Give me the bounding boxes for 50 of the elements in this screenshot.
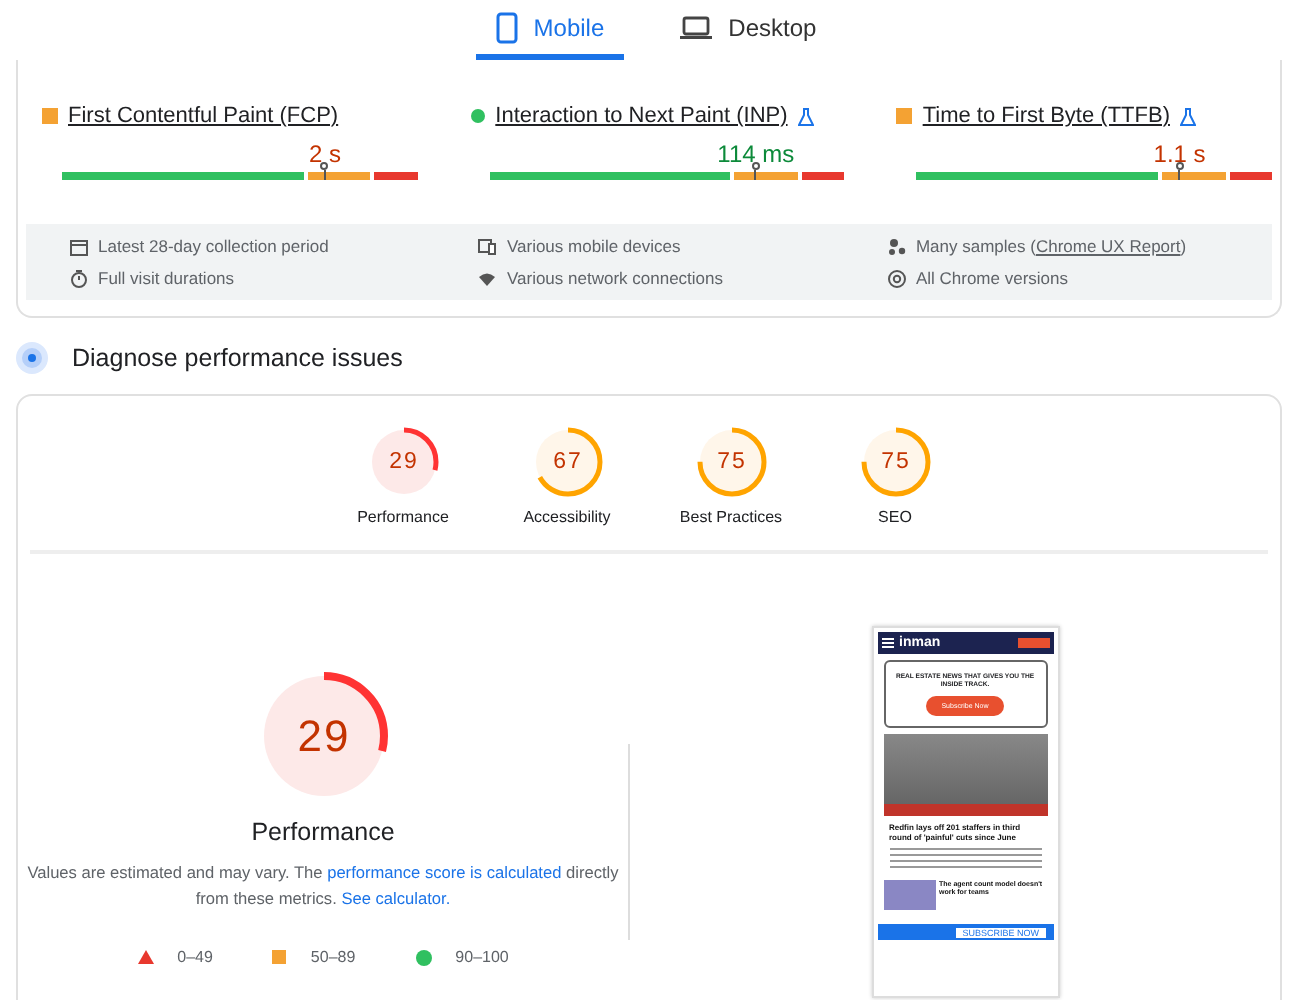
chrome-icon	[887, 269, 906, 287]
calendar-icon	[70, 237, 88, 255]
section-title: Diagnose performance issues	[72, 344, 403, 372]
score-gauge: 75	[859, 426, 931, 498]
status-square-icon	[896, 108, 913, 124]
circle-icon	[415, 949, 432, 965]
legend-item: 0–49	[137, 948, 213, 966]
info-text: Full visit durations	[70, 268, 479, 288]
laptop-icon	[680, 15, 713, 39]
category-score[interactable]: 75 SEO	[841, 426, 949, 526]
score-note: Values are estimated and may vary. The performance score is calculated directly from these metrics. See calculator.	[25, 860, 621, 912]
report-link[interactable]: Chrome UX Report	[1035, 236, 1181, 256]
score-link[interactable]: performance score is calculated	[327, 862, 562, 882]
device-tab[interactable]: Mobile	[475, 0, 625, 60]
metric-value: 1.1 s	[1153, 140, 1206, 168]
metric-link[interactable]: First Contentful Paint (FCP)	[68, 104, 339, 128]
info-text: Various mobile devices	[478, 236, 888, 256]
devices-icon	[478, 237, 497, 255]
wifi-icon	[478, 269, 497, 287]
triangle-icon	[137, 950, 154, 964]
menu-icon	[881, 638, 893, 648]
score-gauge: 75	[695, 426, 767, 498]
flask-icon	[797, 107, 814, 125]
device-tab[interactable]: Desktop	[660, 0, 837, 60]
timer-icon	[70, 269, 88, 287]
info-text: Many samples (Chrome UX Report)	[887, 236, 1256, 256]
category-title: Performance	[251, 818, 395, 846]
photo-placeholder	[883, 880, 935, 910]
metric-value: 114 ms	[717, 140, 795, 168]
info-text: Various network connections	[478, 268, 888, 288]
metric-link[interactable]: Time to First Byte (TTFB)	[922, 104, 1170, 128]
flask-icon	[1179, 107, 1196, 125]
category-score[interactable]: 29 Performance	[349, 426, 457, 526]
calculator-link[interactable]: See calculator.	[341, 888, 451, 908]
legend-item: 90–100	[415, 948, 509, 966]
category-score[interactable]: 67 Accessibility	[513, 426, 621, 526]
metric-link[interactable]: Interaction to Next Paint (INP)	[495, 104, 788, 128]
status-square-icon	[42, 108, 58, 124]
score-gauge: 67	[531, 426, 603, 498]
score-gauge: 29	[367, 426, 439, 498]
target-icon	[16, 342, 48, 374]
dots-icon	[887, 237, 906, 255]
phone-icon	[495, 11, 518, 43]
info-text: All Chrome versions	[887, 268, 1256, 288]
legend-item: 50–89	[272, 948, 356, 966]
info-text: Latest 28-day collection period	[70, 236, 479, 256]
square-icon	[272, 950, 287, 964]
metric-value: 2 s	[308, 140, 341, 168]
status-circle-icon	[469, 108, 486, 124]
category-score[interactable]: 75 Best Practices	[677, 426, 785, 526]
